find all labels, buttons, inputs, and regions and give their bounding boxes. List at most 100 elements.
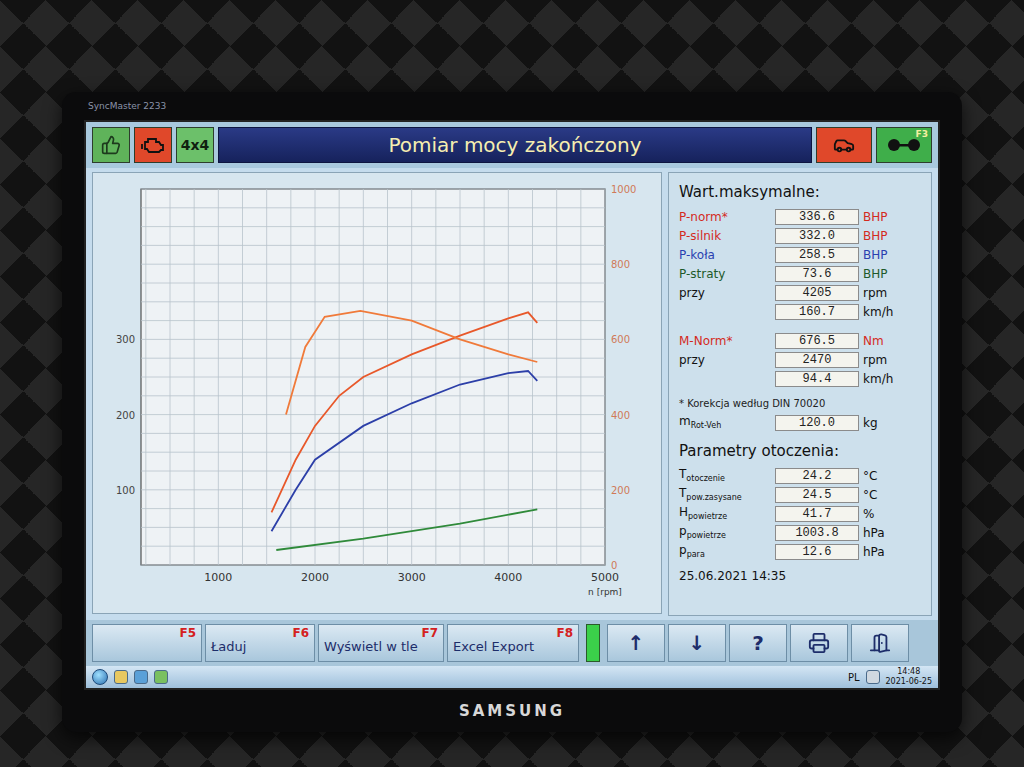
screen: 4x4Pomiar mocy zakończonyF31002003000200… bbox=[84, 120, 940, 690]
row-label-sub: powietrze bbox=[687, 532, 726, 541]
grid-line bbox=[141, 565, 605, 566]
x-tick: 1000 bbox=[204, 571, 232, 584]
value-field: 73.6 bbox=[775, 266, 859, 282]
title: Pomiar mocy zakończony bbox=[218, 127, 812, 163]
grid-line bbox=[141, 452, 605, 453]
x-tick: 3000 bbox=[398, 571, 426, 584]
unit: hPa bbox=[863, 526, 921, 540]
tray: PL 14:482021-06-25 bbox=[848, 667, 932, 687]
unit: °C bbox=[863, 488, 921, 502]
function-button[interactable]: F5 bbox=[92, 624, 202, 662]
task-icon[interactable] bbox=[114, 670, 128, 684]
header-button[interactable] bbox=[816, 127, 872, 163]
unit: BHP bbox=[863, 229, 921, 243]
grid-line bbox=[141, 377, 605, 378]
value-row: Totoczenie24.2°C bbox=[679, 466, 921, 485]
series-line bbox=[272, 312, 538, 512]
icon-button[interactable]: ? bbox=[729, 624, 787, 662]
language-indicator: PL bbox=[848, 672, 860, 683]
unit: BHP bbox=[863, 210, 921, 224]
grid-line bbox=[141, 358, 605, 359]
unit: BHP bbox=[863, 267, 921, 281]
toolbar: F5 F6ŁadujF7Wyświetl w tleF8Excel Export ↑… bbox=[86, 620, 938, 666]
unit: km/h bbox=[863, 372, 921, 386]
engine-icon bbox=[141, 136, 165, 154]
series-line bbox=[286, 311, 537, 415]
value-field: 41.7 bbox=[775, 506, 859, 522]
task-icon[interactable] bbox=[134, 670, 148, 684]
chart-panel: 1002003000200400600800100010002000300040… bbox=[92, 172, 662, 614]
value-row: mRot-Veh120.0 kg bbox=[679, 413, 921, 432]
y-right-tick: 0 bbox=[611, 560, 617, 571]
grid-line bbox=[141, 471, 605, 472]
grid-line bbox=[141, 189, 605, 190]
grid-line bbox=[141, 339, 605, 340]
x-tick: 5000 bbox=[591, 571, 619, 584]
header-button[interactable] bbox=[92, 127, 130, 163]
task-icon[interactable] bbox=[154, 670, 168, 684]
value-row: 160.7km/h bbox=[679, 302, 921, 321]
brand-logo: SAMSUNG bbox=[84, 690, 940, 732]
icon-button[interactable]: ↓ bbox=[668, 624, 726, 662]
value-row: przy4205rpm bbox=[679, 283, 921, 302]
row-label: ppowietrze bbox=[679, 524, 771, 540]
grid-line bbox=[141, 207, 605, 208]
function-button[interactable]: F7Wyświetl w tle bbox=[318, 624, 444, 662]
section-title: Parametry otoczenia: bbox=[679, 442, 921, 460]
thumbs-up-icon bbox=[101, 135, 121, 155]
row-label: P-koła bbox=[679, 248, 771, 262]
function-button[interactable]: F6Ładuj bbox=[205, 624, 315, 662]
row-label: Totoczenie bbox=[679, 467, 771, 483]
plot-area bbox=[141, 189, 605, 565]
clock: 14:482021-06-25 bbox=[886, 667, 933, 687]
row-label: P-norm* bbox=[679, 210, 771, 224]
clock-date: 2021-06-25 bbox=[886, 677, 933, 687]
start-button[interactable] bbox=[92, 669, 108, 685]
grid-line bbox=[141, 395, 605, 396]
row-label: przy bbox=[679, 286, 771, 300]
value-row: ppowietrze1003.8hPa bbox=[679, 523, 921, 542]
row-label: przy bbox=[679, 353, 771, 367]
value-row: M-Norm*676.5Nm bbox=[679, 331, 921, 350]
grid-line bbox=[141, 546, 605, 547]
header-button[interactable]: F3 bbox=[876, 127, 932, 163]
row-label: Hpowietrze bbox=[679, 505, 771, 521]
grid-line bbox=[141, 527, 605, 528]
y-right-tick: 200 bbox=[611, 485, 630, 496]
header-button[interactable]: 4x4 bbox=[176, 127, 214, 163]
row-label-sub: otoczenie bbox=[686, 475, 725, 484]
key-label: F7 bbox=[421, 626, 438, 640]
grid-line bbox=[141, 226, 605, 227]
icon-button[interactable] bbox=[790, 624, 848, 662]
unit: kg bbox=[863, 416, 921, 430]
unit: °C bbox=[863, 469, 921, 483]
y-right-tick: 400 bbox=[611, 410, 630, 421]
grid-line bbox=[141, 245, 605, 246]
key-label: F5 bbox=[179, 626, 196, 640]
value-row: P-silnik332.0BHP bbox=[679, 226, 921, 245]
value-field: 12.6 bbox=[775, 544, 859, 560]
value-row: ppara12.6hPa bbox=[679, 542, 921, 561]
grid-line bbox=[141, 301, 605, 302]
function-button[interactable]: F8Excel Export bbox=[447, 624, 579, 662]
row-label: P-straty bbox=[679, 267, 771, 281]
header-button[interactable] bbox=[134, 127, 172, 163]
series-line bbox=[276, 509, 537, 550]
icon-button[interactable] bbox=[851, 624, 909, 662]
grid-line bbox=[141, 414, 605, 415]
value-field: 258.5 bbox=[775, 247, 859, 263]
y-right-tick: 1000 bbox=[611, 184, 636, 195]
value-field: 160.7 bbox=[775, 304, 859, 320]
section-title: Wart.maksymalne: bbox=[679, 183, 921, 201]
value-row: P-norm*336.6BHP bbox=[679, 207, 921, 226]
printer-icon bbox=[808, 632, 830, 654]
value-field: 94.4 bbox=[775, 371, 859, 387]
row-label: mRot-Veh bbox=[679, 414, 771, 430]
unit: % bbox=[863, 507, 921, 521]
value-field: 120.0 bbox=[775, 415, 859, 431]
row-label-sub: Rot-Veh bbox=[691, 422, 722, 431]
icon-button[interactable]: ↑ bbox=[607, 624, 665, 662]
y-right-tick: 600 bbox=[611, 334, 630, 345]
x-tick: 2000 bbox=[301, 571, 329, 584]
row-label-sub: pow.zasysane bbox=[686, 494, 741, 503]
